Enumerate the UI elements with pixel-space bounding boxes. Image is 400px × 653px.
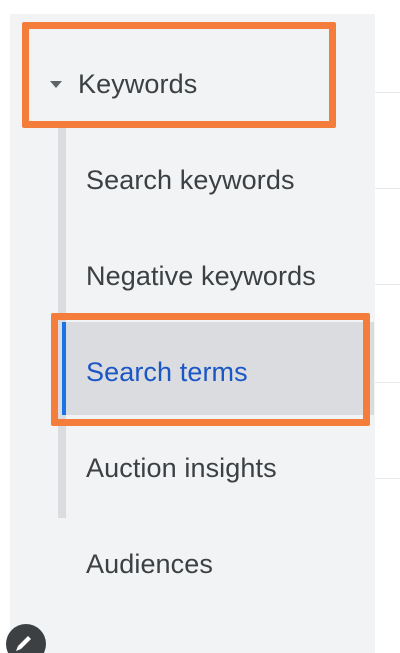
nav-item-label: Auction insights [86,452,277,483]
nav-item-auction-insights[interactable]: Auction insights [86,438,356,498]
row-divider [375,284,400,285]
edit-pencil-icon[interactable] [6,624,46,653]
nav-item-negative-keywords[interactable]: Negative keywords [86,246,356,306]
row-divider [375,92,400,93]
nav-section-label: Keywords [78,68,198,99]
caret-down-icon[interactable] [50,80,62,88]
nav-section-keywords[interactable]: Keywords [50,54,330,114]
nav-item-search-terms[interactable]: Search terms [86,342,356,402]
nav-item-audiences[interactable]: Audiences [86,534,356,594]
subnav-tree-line [58,122,66,518]
nav-item-search-keywords[interactable]: Search keywords [86,150,356,210]
row-divider [375,478,400,479]
nav-item-label: Search keywords [86,164,295,195]
row-divider [375,382,400,383]
nav-item-label: Search terms [86,356,248,387]
screenshot-frame: Keywords Search keywords Negative keywor… [0,0,400,653]
row-divider [375,188,400,189]
nav-item-label: Audiences [86,548,213,579]
content-area-edge [375,14,400,653]
selected-item-indicator [62,322,66,415]
edit-pencil-glyph [16,636,31,651]
nav-item-label: Negative keywords [86,260,316,291]
